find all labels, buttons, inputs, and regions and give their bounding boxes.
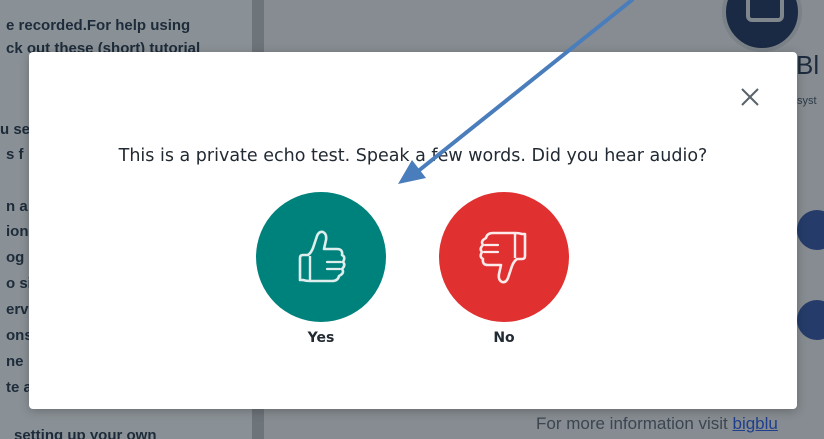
footer-info: For more information visit bigblu [536,414,778,434]
sidebar-text-line: ion [6,223,29,240]
sidebar-text-line: n a [6,198,28,215]
sidebar-text-line: og [6,249,25,266]
no-circle[interactable] [439,192,569,322]
close-button[interactable] [739,86,761,108]
thumbs-down-icon [479,231,527,284]
sidebar-text-line: e recorded.For help using [6,17,191,34]
no-label: No [493,330,515,346]
sidebar-text-line: s f [6,146,24,163]
app-screen: e recorded.For help using ck out these (… [0,0,824,439]
brand-title-fragment: Bl [796,50,820,80]
yes-label: Yes [307,330,335,346]
echo-test-question: This is a private echo test. Speak a few… [118,146,708,166]
brand-subtitle-fragment: syst [797,95,817,107]
yes-circle[interactable] [256,192,386,322]
sidebar-text-line: ne [6,353,24,370]
sidebar-text-line: setting up your own [14,427,157,439]
footer-text: For more information visit [536,414,733,433]
sidebar-text-line: erv [6,301,29,318]
sidebar-text-line: te a [6,379,32,396]
sidebar-text-line: u se [0,121,31,138]
no-button[interactable]: No [439,192,569,346]
yes-button[interactable]: Yes [256,192,386,346]
footer-link[interactable]: bigblu [733,414,778,433]
sidebar-text-line: o si [6,275,32,292]
echo-test-modal: This is a private echo test. Speak a few… [29,52,797,409]
thumbs-up-icon [298,230,346,283]
close-icon [741,88,759,106]
